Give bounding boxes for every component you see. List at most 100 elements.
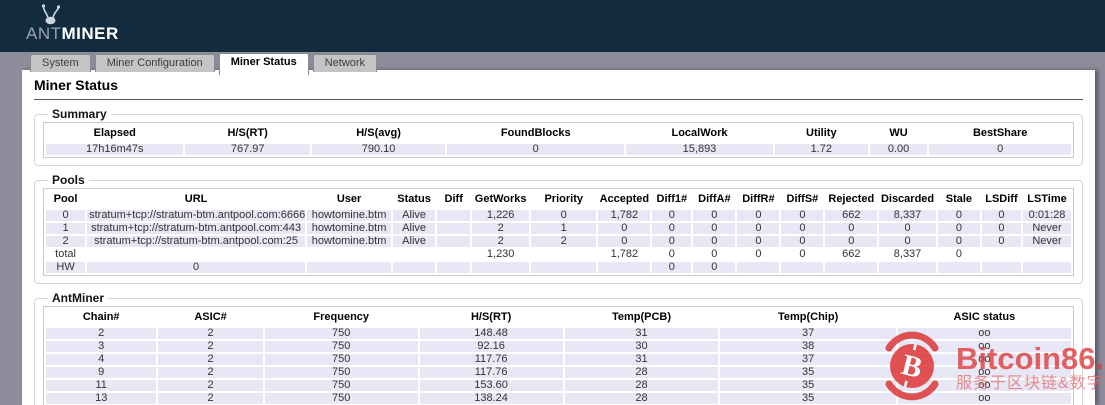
- tab-system[interactable]: System: [30, 54, 91, 72]
- cell: 750: [265, 354, 418, 365]
- pools-legend: Pools: [48, 173, 89, 187]
- cell: 2: [158, 341, 262, 352]
- bitcoin-logo-icon: B: [876, 331, 948, 401]
- cell: 0: [693, 236, 735, 247]
- cell: 0: [652, 262, 691, 273]
- pools-table: PoolURLUserStatusDiffGetWorksPriorityAcc…: [43, 188, 1074, 276]
- column-header: Rejected: [825, 191, 877, 208]
- column-header: GetWorks: [472, 191, 529, 208]
- column-header: LSTime: [1023, 191, 1071, 208]
- watermark-text: Bitcoin86.com 服务于区块链&数字货币: [956, 343, 1105, 401]
- cell: 0: [652, 236, 691, 247]
- cell: [437, 210, 470, 221]
- cell: 750: [265, 380, 418, 391]
- pool-row: 1stratum+tcp://stratum-btm.antpool.com:4…: [46, 223, 1071, 234]
- summary-header-row: Elapsed H/S(RT) H/S(avg) FoundBlocks Loc…: [46, 125, 1071, 142]
- column-header: DiffA#: [693, 191, 735, 208]
- cell: 35: [720, 367, 895, 378]
- cell: 2: [158, 354, 262, 365]
- cell: howtomine.btm: [307, 223, 391, 234]
- cell: 2: [472, 223, 529, 234]
- summary-legend: Summary: [48, 107, 111, 121]
- cell: 0: [938, 249, 980, 260]
- cell: 0: [46, 210, 85, 221]
- column-header: Elapsed: [46, 125, 183, 142]
- cell: 0: [938, 223, 980, 234]
- tab-network[interactable]: Network: [313, 54, 377, 72]
- cell: [307, 262, 391, 273]
- cell: 0: [598, 236, 650, 247]
- cell: 750: [265, 341, 418, 352]
- cell: 0: [737, 223, 779, 234]
- logo-text: ANTMINER: [26, 25, 119, 42]
- tab-miner-configuration[interactable]: Miner Configuration: [95, 54, 215, 72]
- column-header: Status: [393, 191, 435, 208]
- column-header: LocalWork: [626, 125, 773, 142]
- cell: 0: [938, 236, 980, 247]
- column-header: Diff: [437, 191, 470, 208]
- cell: 0: [781, 210, 823, 221]
- column-header: FoundBlocks: [447, 125, 624, 142]
- logo-ant: ANT: [26, 24, 62, 43]
- column-header: URL: [87, 191, 305, 208]
- column-header: LSDiff: [982, 191, 1021, 208]
- cell: [737, 262, 779, 273]
- cell: [879, 262, 936, 273]
- cell: 0: [693, 223, 735, 234]
- cell: 750: [265, 328, 418, 339]
- cell: 0: [87, 262, 305, 273]
- antminer-header-row: Chain#ASIC#FrequencyH/S(RT)Temp(PCB)Temp…: [46, 309, 1071, 326]
- cell: 8,337: [879, 210, 936, 221]
- cell: 8,337: [879, 249, 936, 260]
- cell: 750: [265, 393, 418, 404]
- cell: 2: [158, 380, 262, 391]
- column-header: Pool: [46, 191, 85, 208]
- cell: 0: [652, 223, 691, 234]
- pool-row: 0stratum+tcp://stratum-btm.antpool.com:6…: [46, 210, 1071, 221]
- tab-miner-status[interactable]: Miner Status: [219, 53, 309, 75]
- cell: Never: [1023, 236, 1071, 247]
- cell: [437, 249, 470, 260]
- cell: [1023, 262, 1071, 273]
- cell: 2: [472, 236, 529, 247]
- summary-fieldset: Summary Elapsed H/S(RT) H/S(avg) FoundBl…: [34, 107, 1083, 166]
- logo-miner: MINER: [62, 24, 119, 43]
- cell: Alive: [393, 210, 435, 221]
- cell: [307, 249, 391, 260]
- nav-tabs: System Miner Configuration Miner Status …: [30, 53, 377, 72]
- cell: 0: [693, 262, 735, 273]
- cell: 0: [938, 210, 980, 221]
- cell: 13: [46, 393, 156, 404]
- cell: 0: [447, 144, 624, 155]
- cell: 1,226: [472, 210, 529, 221]
- cell: 35: [720, 380, 895, 391]
- app-header: ANTMINER: [0, 0, 1105, 52]
- watermark: B Bitcoin86.com 服务于区块链&数字货币: [876, 331, 1105, 401]
- cell: 1: [46, 223, 85, 234]
- cell: 2: [46, 236, 85, 247]
- column-header: Stale: [938, 191, 980, 208]
- cell: 28: [565, 367, 719, 378]
- cell: stratum+tcp://stratum-btm.antpool.com:25: [87, 236, 305, 247]
- cell: 2: [158, 393, 262, 404]
- cell: stratum+tcp://stratum-btm.antpool.com:66…: [87, 210, 305, 221]
- summary-table: Elapsed H/S(RT) H/S(avg) FoundBlocks Loc…: [43, 122, 1074, 158]
- cell: [982, 249, 1021, 260]
- cell: 31: [565, 354, 719, 365]
- cell: 0: [598, 223, 650, 234]
- cell: 0: [652, 210, 691, 221]
- cell: 0: [982, 210, 1021, 221]
- cell: Alive: [393, 223, 435, 234]
- cell: 148.48: [420, 328, 563, 339]
- cell: howtomine.btm: [307, 210, 391, 221]
- column-header: Chain#: [46, 309, 156, 326]
- title-divider: [34, 99, 1083, 100]
- antminer-legend: AntMiner: [48, 291, 108, 305]
- column-header: Temp(PCB): [565, 309, 719, 326]
- watermark-tagline: 服务于区块链&数字货币: [956, 374, 1105, 393]
- cell: 9: [46, 367, 156, 378]
- pool-total-row: total1,2301,78200006628,3370: [46, 249, 1071, 260]
- cell: 0: [781, 249, 823, 260]
- cell: 767.97: [185, 144, 309, 155]
- cell: 750: [265, 367, 418, 378]
